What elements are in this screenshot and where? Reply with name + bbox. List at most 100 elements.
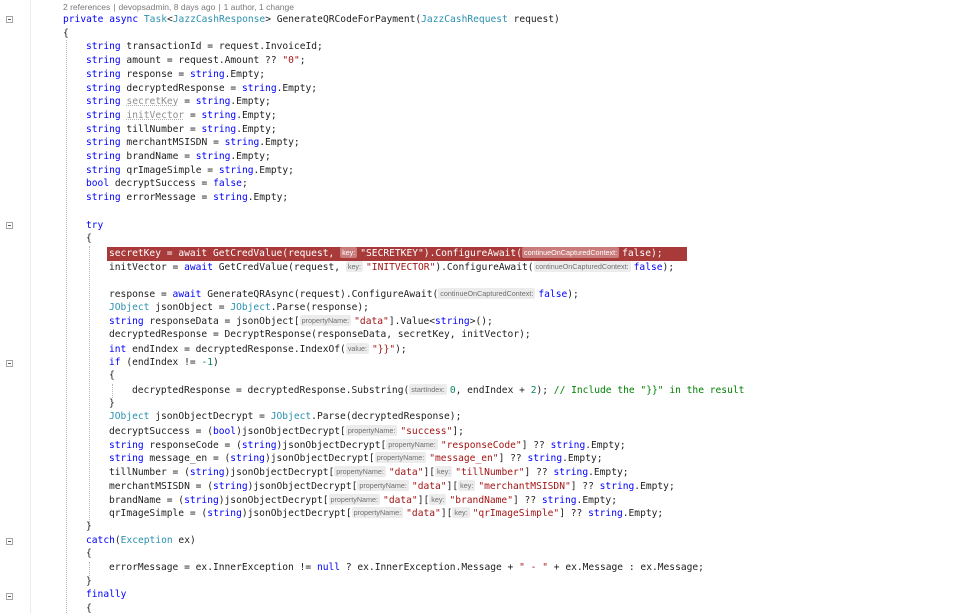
type-token: JObject [270,411,312,423]
code-line[interactable]: initVector = await GetCredValue(request,… [109,260,674,274]
codelens-author-time[interactable]: devopsadmin, 8 days ago [118,2,215,12]
code-editor[interactable]: 2 references | devopsadmin, 8 days ago | 1 a… [0,0,975,616]
string-literal: "responseCode" [440,439,522,451]
code-line[interactable]: string tillNumber = string.Empty; [86,123,277,137]
code-line[interactable]: { [86,547,92,561]
code-line[interactable]: bool decryptSuccess = false; [86,177,248,191]
parameter-hint: propertyName: [357,479,409,491]
code-token: request) [507,14,560,25]
code-line[interactable]: string transactionId = request.InvoiceId… [86,40,323,54]
code-line[interactable]: if (endIndex != -1) [109,356,219,370]
code-line[interactable]: string brandName = string.Empty; [86,150,271,164]
keyword-token: string [195,96,231,108]
keyword-token: catch [86,534,115,546]
keyword-token: false [213,178,242,190]
code-line[interactable]: decryptedResponse = DecryptResponse(resp… [109,328,531,342]
keyword-token: bool [212,426,237,437]
keyword-token: string [86,82,121,94]
keyword-token: try [86,219,104,231]
code-line[interactable]: string secretKey = string.Empty; [86,95,271,109]
parameter-hint: key: [458,479,476,491]
collapse-catch-icon[interactable] [6,538,13,545]
keyword-token: null [316,562,341,573]
keyword-token: false [622,247,651,259]
code-token: )jsonObjectDecrypt[ [236,426,346,437]
code-line-breakpoint[interactable]: secretKey = await GetCredValue(request, … [109,246,663,260]
code-line[interactable]: qrImageSimple = (string)jsonObjectDecryp… [109,506,663,520]
parameter-hint: propertyName: [345,425,398,436]
code-line[interactable]: string responseCode = (string)jsonObject… [109,438,626,452]
collapse-finally-icon[interactable] [6,593,13,600]
code-token: )jsonObjectDecrypt[ [218,494,329,506]
collapse-try-icon[interactable] [6,222,13,229]
code-token: errorMessage = [120,192,214,204]
editor-gutter[interactable] [0,0,30,613]
code-token: > GenerateQRCodeForPayment( [265,14,422,25]
code-token: ? ex.InnerException.Message + [340,562,520,573]
code-token: )jsonObjectDecrypt[ [247,480,358,492]
code-line[interactable]: finally [86,588,126,602]
code-token: .Empty; [224,68,266,80]
code-line[interactable]: { [63,27,69,41]
code-line[interactable]: string decryptedResponse = string.Empty; [86,82,317,96]
code-token: endIndex = decryptedResponse.IndexOf( [126,343,346,355]
code-line[interactable]: string errorMessage = string.Empty; [86,191,288,205]
code-token: ); [567,289,579,300]
parameter-hint: key: [345,260,364,272]
code-line[interactable]: try [86,219,103,233]
code-line[interactable]: response = await GenerateQRAsync(request… [109,287,579,301]
code-line[interactable]: string qrImageSimple = string.Empty; [86,164,294,178]
collapse-method-icon[interactable] [6,16,13,23]
code-line[interactable]: decryptSuccess = (bool)jsonObjectDecrypt… [109,424,464,438]
codelens-references[interactable]: 2 references [63,2,110,12]
keyword-token: string [553,467,589,479]
code-token: ][ [423,467,436,479]
code-line[interactable]: { [109,369,115,383]
code-line[interactable]: brandName = (string)jsonObjectDecrypt[pr… [109,493,617,507]
code-line[interactable]: decryptedResponse = decryptedResponse.Su… [132,383,744,397]
code-line[interactable]: merchantMSISDN = (string)jsonObjectDecry… [109,479,675,493]
code-token: )jsonObjectDecrypt[ [241,508,352,520]
code-line[interactable]: errorMessage = ex.InnerException != null… [109,561,704,575]
code-line[interactable]: private async Task<JazzCashResponse> Gen… [63,13,560,27]
code-line[interactable]: string amount = request.Amount ?? "0"; [86,54,306,68]
code-line[interactable]: { [86,602,92,616]
type-token: JObject [109,411,150,423]
code-line[interactable]: JObject jsonObjectDecrypt = JObject.Pars… [109,410,461,424]
string-literal: "tillNumber" [455,467,525,479]
unused-variable: secretKey [126,96,179,108]
keyword-token: finally [86,589,127,601]
code-token: .Empty; [236,123,277,135]
keyword-token: string [541,494,577,506]
type-token: Exception [120,534,173,546]
code-line[interactable]: } [86,520,92,534]
code-line[interactable]: } [109,397,115,411]
code-token: amount = request.Amount ?? [120,55,283,67]
code-line[interactable]: string merchantMSISDN = string.Empty; [86,136,300,150]
keyword-token: string [189,467,225,479]
code-line[interactable]: JObject jsonObject = JObject.Parse(respo… [109,301,369,315]
code-token: .Empty; [276,82,318,94]
code-comment: // Include the "}}" in the result [553,384,745,396]
keyword-token: string [86,137,121,149]
code-line[interactable]: } [86,575,92,589]
code-line[interactable]: { [86,232,92,246]
collapse-if-icon[interactable] [6,360,13,367]
string-literal: "message_en" [429,453,499,465]
code-line[interactable]: string responseData = jsonObject[propert… [109,314,493,328]
parameter-hint: continueOnCapturedContext: [522,246,620,258]
codelens-changes[interactable]: 1 author, 1 change [224,2,294,12]
code-line[interactable]: string initVector = string.Empty; [86,109,277,123]
parameter-hint: key: [429,493,447,505]
code-token: GetCredValue(request, [212,261,346,273]
code-token: merchantMSISDN = [120,137,225,149]
keyword-token: string [241,82,277,94]
parameter-hint: value: [345,342,370,354]
code-token: GenerateQRAsync(request).ConfigureAwait( [201,289,439,300]
code-line[interactable]: catch(Exception ex) [86,534,196,548]
code-line[interactable]: int endIndex = decryptedResponse.IndexOf… [109,342,407,356]
code-line[interactable]: string response = string.Empty; [86,68,265,82]
code-line[interactable]: tillNumber = (string)jsonObjectDecrypt[p… [109,465,629,479]
code-token: ] ?? [498,453,528,465]
code-line[interactable]: string message_en = (string)jsonObjectDe… [109,451,603,465]
